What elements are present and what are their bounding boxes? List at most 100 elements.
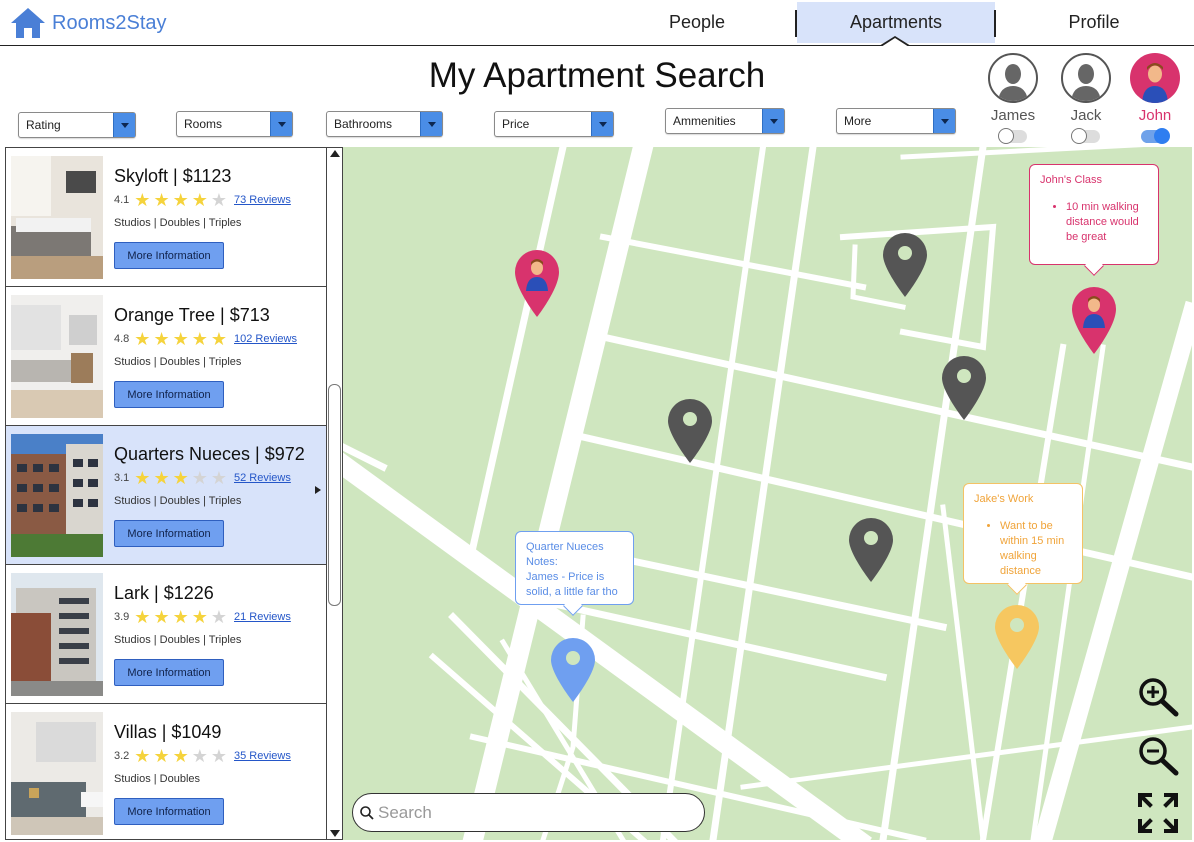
brand-logo[interactable]: Rooms2Stay	[10, 6, 167, 40]
scroll-up-icon[interactable]	[330, 150, 340, 157]
star-filled-icon: ★	[172, 746, 189, 766]
map-pin-icon[interactable]	[993, 603, 1041, 669]
star-filled-icon: ★	[153, 746, 170, 766]
filter-more[interactable]: More	[836, 108, 956, 134]
star-empty-icon: ★	[210, 746, 227, 766]
avatar[interactable]	[1061, 53, 1111, 103]
rating-value: 4.8	[114, 333, 130, 345]
dropdown-arrow-icon[interactable]	[933, 109, 955, 133]
map-pin-icon[interactable]	[881, 231, 929, 297]
reviews-link[interactable]: 52 Reviews	[234, 472, 291, 484]
tab-people-label: People	[668, 12, 726, 32]
filter-label: Price	[502, 117, 530, 131]
avatar[interactable]	[1130, 53, 1180, 103]
user-name: Jack	[1070, 107, 1102, 124]
fullscreen-icon[interactable]	[1137, 792, 1179, 834]
rating-row: 3.1 ★ ★ ★ ★ ★ 52 Reviews	[114, 469, 291, 487]
search-icon	[360, 805, 374, 820]
map-pin-icon[interactable]	[549, 636, 597, 702]
map-pin-icon[interactable]	[666, 397, 714, 463]
star-empty-icon: ★	[210, 607, 227, 627]
zoom-out-icon[interactable]	[1136, 734, 1180, 776]
rating-row: 4.8 ★ ★ ★ ★ ★ 102 Reviews	[114, 330, 297, 348]
star-filled-icon: ★	[134, 329, 151, 349]
user-toggle[interactable]	[1071, 128, 1100, 144]
filter-rating[interactable]: Rating	[18, 112, 136, 138]
map-pin-icon[interactable]	[847, 516, 895, 582]
scroll-down-icon[interactable]	[330, 830, 340, 837]
more-information-button[interactable]: More Information	[114, 659, 224, 686]
star-filled-icon: ★	[153, 190, 170, 210]
scroll-thumb[interactable]	[328, 384, 341, 606]
filter-label: Ammenities	[673, 114, 736, 128]
zoom-in-icon[interactable]	[1136, 675, 1180, 717]
note-bubble-quarters: Quarter Nueces Notes: James - Price is s…	[515, 531, 634, 605]
filter-rooms[interactable]: Rooms	[176, 111, 293, 137]
listing-card[interactable]: Villas | $1049 3.2 ★ ★ ★ ★ ★ 35 Reviews Stud…	[6, 704, 326, 839]
top-navigation: Rooms2Stay People Apartments Profile	[0, 0, 1194, 47]
person-avatar-icon	[1142, 63, 1168, 103]
more-information-button[interactable]: More Information	[114, 381, 224, 408]
star-filled-icon: ★	[172, 190, 189, 210]
user-toggle[interactable]	[1141, 128, 1170, 144]
dropdown-arrow-icon[interactable]	[762, 109, 784, 133]
filter-bathrooms[interactable]: Bathrooms	[326, 111, 443, 137]
rating-row: 3.9 ★ ★ ★ ★ ★ 21 Reviews	[114, 608, 291, 626]
note-bubble-john: John's Class 10 min walking distance wou…	[1029, 164, 1159, 265]
list-scrollbar[interactable]	[327, 147, 343, 840]
note-title: John's Class	[1040, 174, 1103, 186]
listing-card[interactable]: Skyloft | $1123 4.1 ★ ★ ★ ★ ★ 73 Reviews Stu…	[6, 148, 326, 287]
listing-title: Lark | $1226	[114, 583, 214, 603]
listing-card-selected[interactable]: Quarters Nueces | $972 3.1 ★ ★ ★ ★ ★ 52 Revi…	[6, 426, 326, 565]
star-filled-icon: ★	[153, 607, 170, 627]
room-types: Studios | Doubles | Triples	[114, 356, 242, 368]
map-search-bar[interactable]	[352, 793, 705, 832]
tab-profile[interactable]: Profile	[996, 2, 1192, 43]
dropdown-arrow-icon[interactable]	[113, 113, 135, 137]
star-empty-icon: ★	[191, 746, 208, 766]
person-pin-icon[interactable]	[1071, 286, 1117, 354]
map-search-input[interactable]	[378, 802, 678, 823]
filter-amenities[interactable]: Ammenities	[665, 108, 785, 134]
note-text: James - Price is solid, a little far tho	[526, 571, 618, 598]
more-information-button[interactable]: More Information	[114, 798, 224, 825]
expand-arrow-icon[interactable]	[315, 486, 321, 494]
rating-value: 4.1	[114, 194, 130, 206]
reviews-link[interactable]: 35 Reviews	[234, 750, 291, 762]
map-view[interactable]: John's Class 10 min walking distance wou…	[343, 147, 1192, 840]
app-window: Rooms2Stay People Apartments Profile My …	[0, 0, 1194, 842]
map-pin-icon[interactable]	[940, 354, 988, 420]
filter-label: Bathrooms	[334, 117, 393, 131]
user-toggle[interactable]	[998, 128, 1027, 144]
person-icon	[1071, 64, 1101, 101]
note-item: 10 min walking distance would be great	[1066, 200, 1148, 245]
more-information-button[interactable]: More Information	[114, 520, 224, 547]
dropdown-arrow-icon[interactable]	[270, 112, 292, 136]
toggle-knob	[998, 128, 1014, 144]
listing-card[interactable]: Lark | $1226 3.9 ★ ★ ★ ★ ★ 21 Reviews Studio…	[6, 565, 326, 704]
filter-price[interactable]: Price	[494, 111, 614, 137]
active-tab-caret-inner	[881, 38, 909, 47]
listing-card[interactable]: Orange Tree | $713 4.8 ★ ★ ★ ★ ★ 102 Reviews…	[6, 287, 326, 426]
person-pin-icon[interactable]	[514, 249, 560, 317]
more-information-button[interactable]: More Information	[114, 242, 224, 269]
user-jack: Jack	[1059, 53, 1113, 144]
user-name: James	[990, 107, 1036, 124]
star-filled-icon: ★	[172, 329, 189, 349]
tab-profile-label: Profile	[1068, 12, 1120, 32]
toggle-knob	[1154, 128, 1170, 144]
listing-photo	[11, 156, 103, 279]
dropdown-arrow-icon[interactable]	[591, 112, 613, 136]
star-filled-icon: ★	[191, 329, 208, 349]
tab-people[interactable]: People	[598, 2, 796, 43]
home-icon	[11, 8, 45, 38]
reviews-link[interactable]: 73 Reviews	[234, 194, 291, 206]
tab-apartments-label: Apartments	[849, 12, 943, 32]
rating-row: 4.1 ★ ★ ★ ★ ★ 73 Reviews	[114, 191, 291, 209]
filter-label: Rooms	[184, 117, 223, 131]
dropdown-arrow-icon[interactable]	[420, 112, 442, 136]
avatar[interactable]	[988, 53, 1038, 103]
reviews-link[interactable]: 21 Reviews	[234, 611, 291, 623]
reviews-link[interactable]: 102 Reviews	[234, 333, 297, 345]
person-icon	[998, 64, 1028, 101]
